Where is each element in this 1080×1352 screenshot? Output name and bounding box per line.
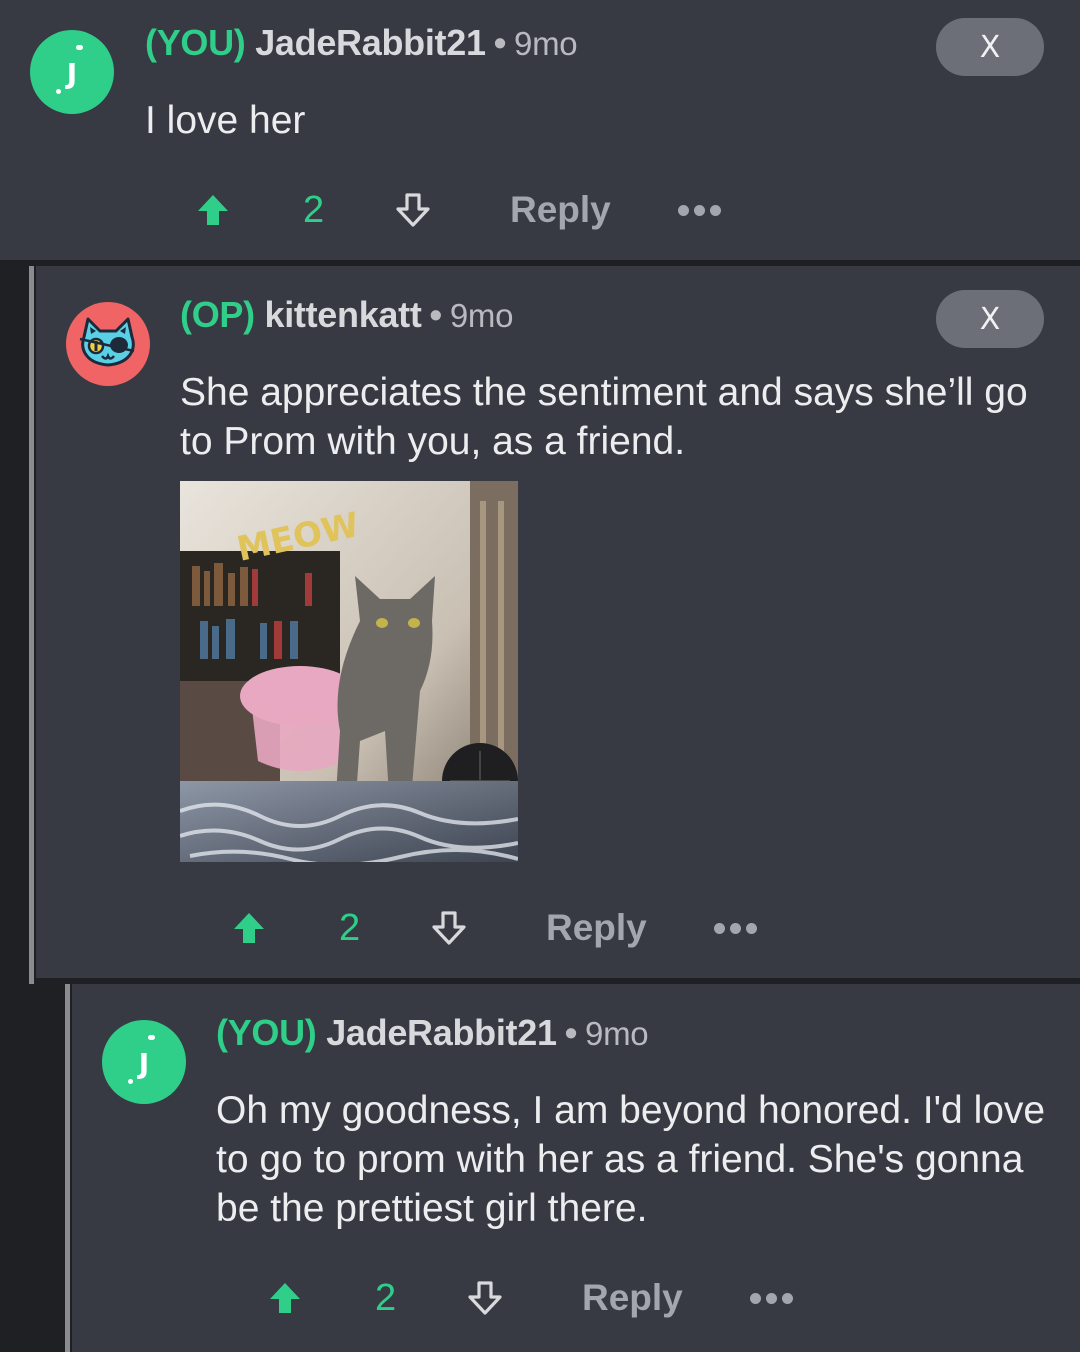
more-options-icon[interactable] — [714, 898, 757, 958]
comment-image[interactable]: MEOW — [180, 481, 518, 862]
separator-dot: • — [564, 1012, 578, 1053]
comment-text: She appreciates the sentiment and says s… — [180, 371, 1028, 463]
downvote-icon[interactable] — [395, 180, 439, 240]
author-tag: (YOU) — [216, 1012, 317, 1053]
thread-line — [29, 266, 34, 984]
vote-count: 2 — [339, 906, 361, 949]
close-button[interactable]: X — [936, 18, 1044, 76]
avatar[interactable]: J — [30, 30, 114, 114]
comment-text: I love her — [145, 99, 306, 142]
upvote-icon[interactable] — [231, 898, 275, 958]
comment-actions: 2 Reply — [231, 898, 791, 958]
comment: (OP) kittenkatt • 9mo X She appreciates th… — [36, 266, 1080, 978]
more-options-icon[interactable] — [750, 1268, 793, 1328]
close-button[interactable]: X — [936, 290, 1044, 348]
reply-button[interactable]: Reply — [546, 898, 647, 958]
comment-age: 9mo — [585, 1015, 649, 1052]
reply-button[interactable]: Reply — [582, 1268, 683, 1328]
username[interactable]: kittenkatt — [265, 294, 422, 335]
comment-header: (YOU) JadeRabbit21 • 9mo — [145, 22, 578, 64]
comment-actions: 2 Reply — [267, 1268, 827, 1328]
avatar[interactable] — [66, 302, 150, 386]
separator-dot: • — [493, 22, 507, 63]
comment-actions: 2 Reply — [195, 180, 755, 240]
comment-header: (YOU) JadeRabbit21 • 9mo — [216, 1012, 649, 1054]
vote-count: 2 — [303, 188, 325, 231]
avatar-letter: J — [66, 56, 78, 90]
comment-header: (OP) kittenkatt • 9mo — [180, 294, 513, 336]
cat-photo: MEOW — [180, 481, 518, 862]
comment-age: 9mo — [514, 25, 578, 62]
username[interactable]: JadeRabbit21 — [326, 1012, 557, 1053]
comment-age: 9mo — [449, 297, 514, 334]
downvote-icon[interactable] — [431, 898, 475, 958]
upvote-icon[interactable] — [195, 180, 239, 240]
author-tag: (YOU) — [145, 22, 246, 63]
avatar-letter: J — [138, 1046, 150, 1080]
avatar[interactable]: J — [102, 1020, 186, 1104]
vote-count: 2 — [375, 1276, 397, 1319]
thread-line — [65, 984, 70, 1352]
separator-dot: • — [429, 294, 443, 335]
downvote-icon[interactable] — [467, 1268, 511, 1328]
more-options-icon[interactable] — [678, 180, 721, 240]
reply-button[interactable]: Reply — [510, 180, 611, 240]
author-tag: (OP) — [180, 294, 255, 335]
upvote-icon[interactable] — [267, 1268, 311, 1328]
username[interactable]: JadeRabbit21 — [255, 22, 486, 63]
comment: J (YOU) JadeRabbit21 • 9mo X I love her 2 … — [0, 0, 1080, 260]
comment: J (YOU) JadeRabbit21 • 9mo Oh my goodness,… — [72, 984, 1080, 1352]
comment-text: Oh my goodness, I am beyond honored. I'd… — [216, 1089, 1046, 1230]
cat-face-icon — [79, 317, 135, 367]
